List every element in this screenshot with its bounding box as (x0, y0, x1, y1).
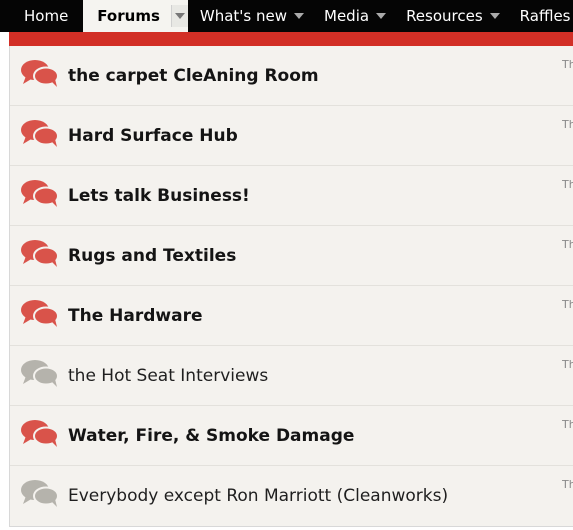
speech-bubbles-icon (10, 419, 68, 453)
forum-title-link[interactable]: The Hardware (68, 306, 203, 326)
nav-tab-label: Raffles (519, 7, 571, 25)
latest-post-info[interactable]: Th2 (562, 58, 573, 89)
speech-bubbles-icon (10, 359, 68, 393)
speech-bubbles-icon (10, 179, 68, 213)
speech-bubbles-icon (10, 119, 68, 153)
category-header (9, 32, 573, 46)
forum-page: Home Forums What's new Media Resources R… (0, 0, 573, 530)
forum-row[interactable]: Water, Fire, & Smoke Damage Th6 (10, 406, 573, 466)
speech-bubbles-icon (10, 299, 68, 333)
latest-post-info[interactable]: Th7 (562, 358, 573, 389)
latest-post-value: 6 (562, 431, 573, 449)
nav-tab-home[interactable]: Home (12, 0, 75, 32)
forum-title-link[interactable]: Hard Surface Hub (68, 126, 238, 146)
nav-tab-label: What's new (199, 7, 287, 25)
latest-post-value: 7 (562, 371, 573, 389)
nav-tab-label: Forums (97, 7, 160, 25)
speech-bubbles-icon (10, 59, 68, 93)
latest-post-info[interactable]: Th4 (562, 298, 573, 329)
latest-post-label: Th (562, 358, 573, 371)
latest-post-value: 4 (562, 311, 573, 329)
nav-tab-forums[interactable]: Forums (83, 0, 188, 32)
forum-row[interactable]: Everybody except Ron Marriott (Cleanwork… (10, 466, 573, 527)
nav-tab-label: Resources (406, 7, 483, 25)
latest-post-label: Th (562, 418, 573, 431)
speech-bubbles-icon (10, 479, 68, 513)
forum-list: the carpet CleAning RoomTh2Hard Surface … (9, 46, 573, 527)
latest-post-info[interactable]: Th4 (562, 178, 573, 209)
latest-post-value: 4 (562, 191, 573, 209)
latest-post-info[interactable]: Th7 (562, 238, 573, 269)
forum-title-link[interactable]: Rugs and Textiles (68, 246, 236, 266)
nav-tab-label: Media (324, 7, 370, 25)
forum-row[interactable]: Rugs and Textiles Th7 (10, 226, 573, 286)
forum-title-link[interactable]: Water, Fire, & Smoke Damage (68, 426, 354, 446)
chevron-down-icon[interactable] (489, 13, 500, 19)
forum-row[interactable]: Lets talk Business! Th4 (10, 166, 573, 226)
latest-post-label: Th (562, 118, 573, 131)
speech-bubbles-icon (10, 239, 68, 273)
latest-post-label: Th (562, 478, 573, 491)
nav-tab-media[interactable]: Media (312, 0, 394, 32)
latest-post-info[interactable]: Th (562, 478, 573, 491)
nav-tab-label: Home (24, 7, 69, 25)
forum-row[interactable]: The Hardware Th4 (10, 286, 573, 346)
latest-post-value: 2 (562, 71, 573, 89)
nav-tab-resources[interactable]: Resources (394, 0, 508, 32)
top-navigation: Home Forums What's new Media Resources R… (0, 0, 573, 32)
forums-menu-toggle[interactable] (170, 5, 188, 27)
forum-title-link[interactable]: Lets talk Business! (68, 186, 250, 206)
forum-row[interactable]: the carpet CleAning Room Th2 (10, 46, 573, 106)
forum-row[interactable]: Hard Surface Hub Th1 (10, 106, 573, 166)
latest-post-label: Th (562, 298, 573, 311)
latest-post-label: Th (562, 238, 573, 251)
forum-title-link[interactable]: the Hot Seat Interviews (68, 366, 268, 386)
latest-post-label: Th (562, 178, 573, 191)
forum-title-link[interactable]: the carpet CleAning Room (68, 66, 319, 86)
latest-post-info[interactable]: Th1 (562, 118, 573, 149)
chevron-down-icon (174, 13, 185, 19)
latest-post-value: 7 (562, 251, 573, 269)
nav-tab-whats-new[interactable]: What's new (188, 0, 312, 32)
latest-post-value: 1 (562, 131, 573, 149)
chevron-down-icon[interactable] (294, 13, 304, 19)
nav-tab-raffles[interactable]: Raffles (508, 0, 573, 32)
forum-row[interactable]: the Hot Seat Interviews Th7 (10, 346, 573, 406)
forum-title-link[interactable]: Everybody except Ron Marriott (Cleanwork… (68, 486, 448, 506)
chevron-down-icon[interactable] (376, 13, 387, 19)
latest-post-info[interactable]: Th6 (562, 418, 573, 449)
latest-post-label: Th (562, 58, 573, 71)
